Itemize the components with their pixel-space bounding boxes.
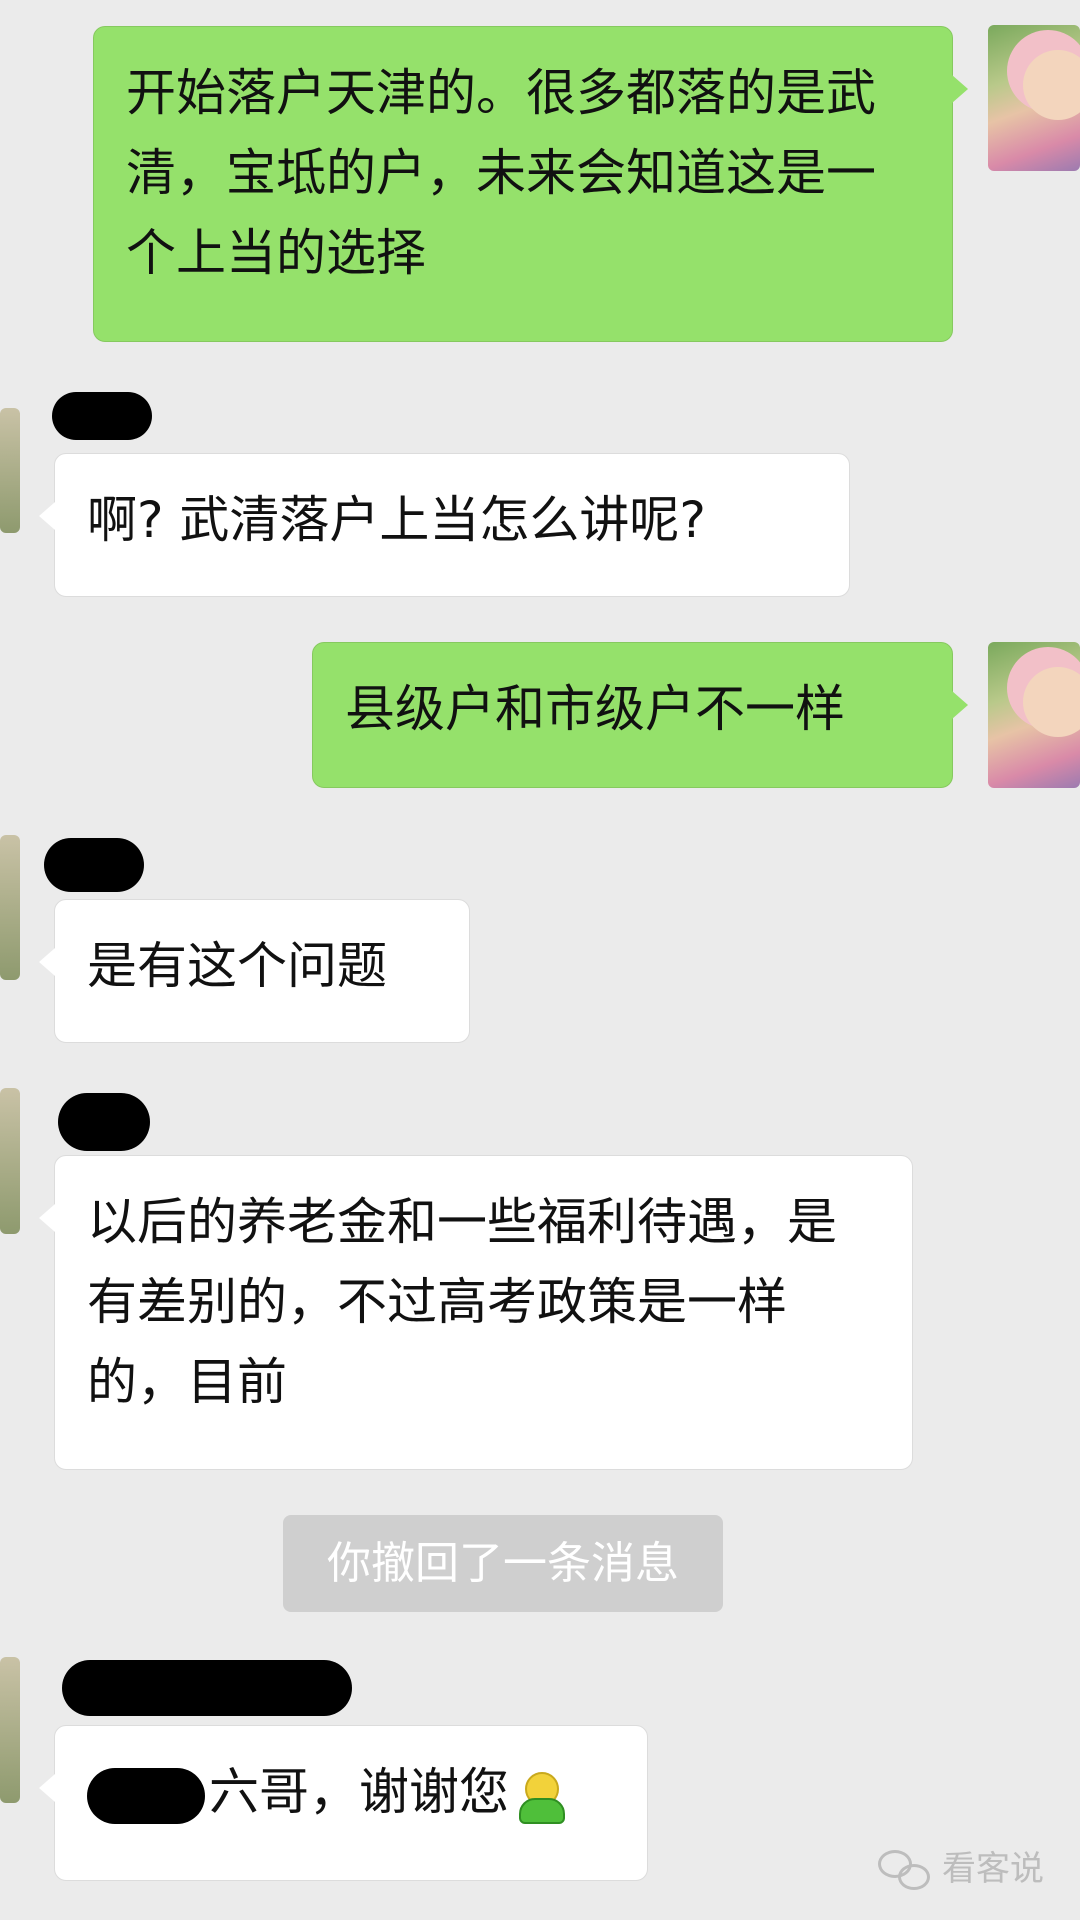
my-message-bubble[interactable]: 开始落户天津的。很多都落的是武清，宝坻的户，未来会知道这是一个上当的选择 <box>93 26 968 342</box>
redacted-sender-name <box>44 838 144 892</box>
redaction-mark <box>87 1767 205 1824</box>
watermark: 看客说 <box>878 1841 1044 1890</box>
contact-message-bubble[interactable]: 六哥，谢谢您 <box>39 1725 648 1881</box>
message-text: 六哥，谢谢您 <box>209 1763 509 1821</box>
contact-avatar[interactable] <box>0 1088 20 1234</box>
chat-area: 开始落户天津的。很多都落的是武清，宝坻的户，未来会知道这是一个上当的选择 啊? … <box>0 0 1080 1920</box>
redacted-sender-name <box>62 1660 352 1716</box>
contact-message-bubble[interactable]: 是有这个问题 <box>39 899 470 1043</box>
redacted-sender-name <box>58 1093 150 1151</box>
my-avatar[interactable] <box>988 642 1080 788</box>
message-text: 是有这个问题 <box>87 937 387 995</box>
message-text: 县级户和市级户不一样 <box>345 680 845 738</box>
watermark-text: 看客说 <box>942 1848 1044 1889</box>
message-text: 以后的养老金和一些福利待遇，是有差别的，不过高考政策是一样的，目前 <box>87 1193 837 1411</box>
contact-message-bubble[interactable]: 以后的养老金和一些福利待遇，是有差别的，不过高考政策是一样的，目前 <box>39 1155 913 1470</box>
contact-message-bubble[interactable]: 啊? 武清落户上当怎么讲呢? <box>39 453 850 597</box>
contact-avatar[interactable] <box>0 408 20 533</box>
smiley-person-emoji-icon <box>515 1771 565 1824</box>
contact-avatar[interactable] <box>0 835 20 980</box>
recall-notice: 你撤回了一条消息 <box>283 1515 723 1612</box>
my-message-bubble[interactable]: 县级户和市级户不一样 <box>312 642 968 788</box>
wechat-logo-icon <box>878 1850 934 1890</box>
redacted-sender-name <box>52 392 152 440</box>
contact-avatar[interactable] <box>0 1657 20 1803</box>
message-text: 啊? 武清落户上当怎么讲呢? <box>87 491 706 549</box>
my-avatar[interactable] <box>988 25 1080 171</box>
message-text: 开始落户天津的。很多都落的是武清，宝坻的户，未来会知道这是一个上当的选择 <box>126 64 876 282</box>
